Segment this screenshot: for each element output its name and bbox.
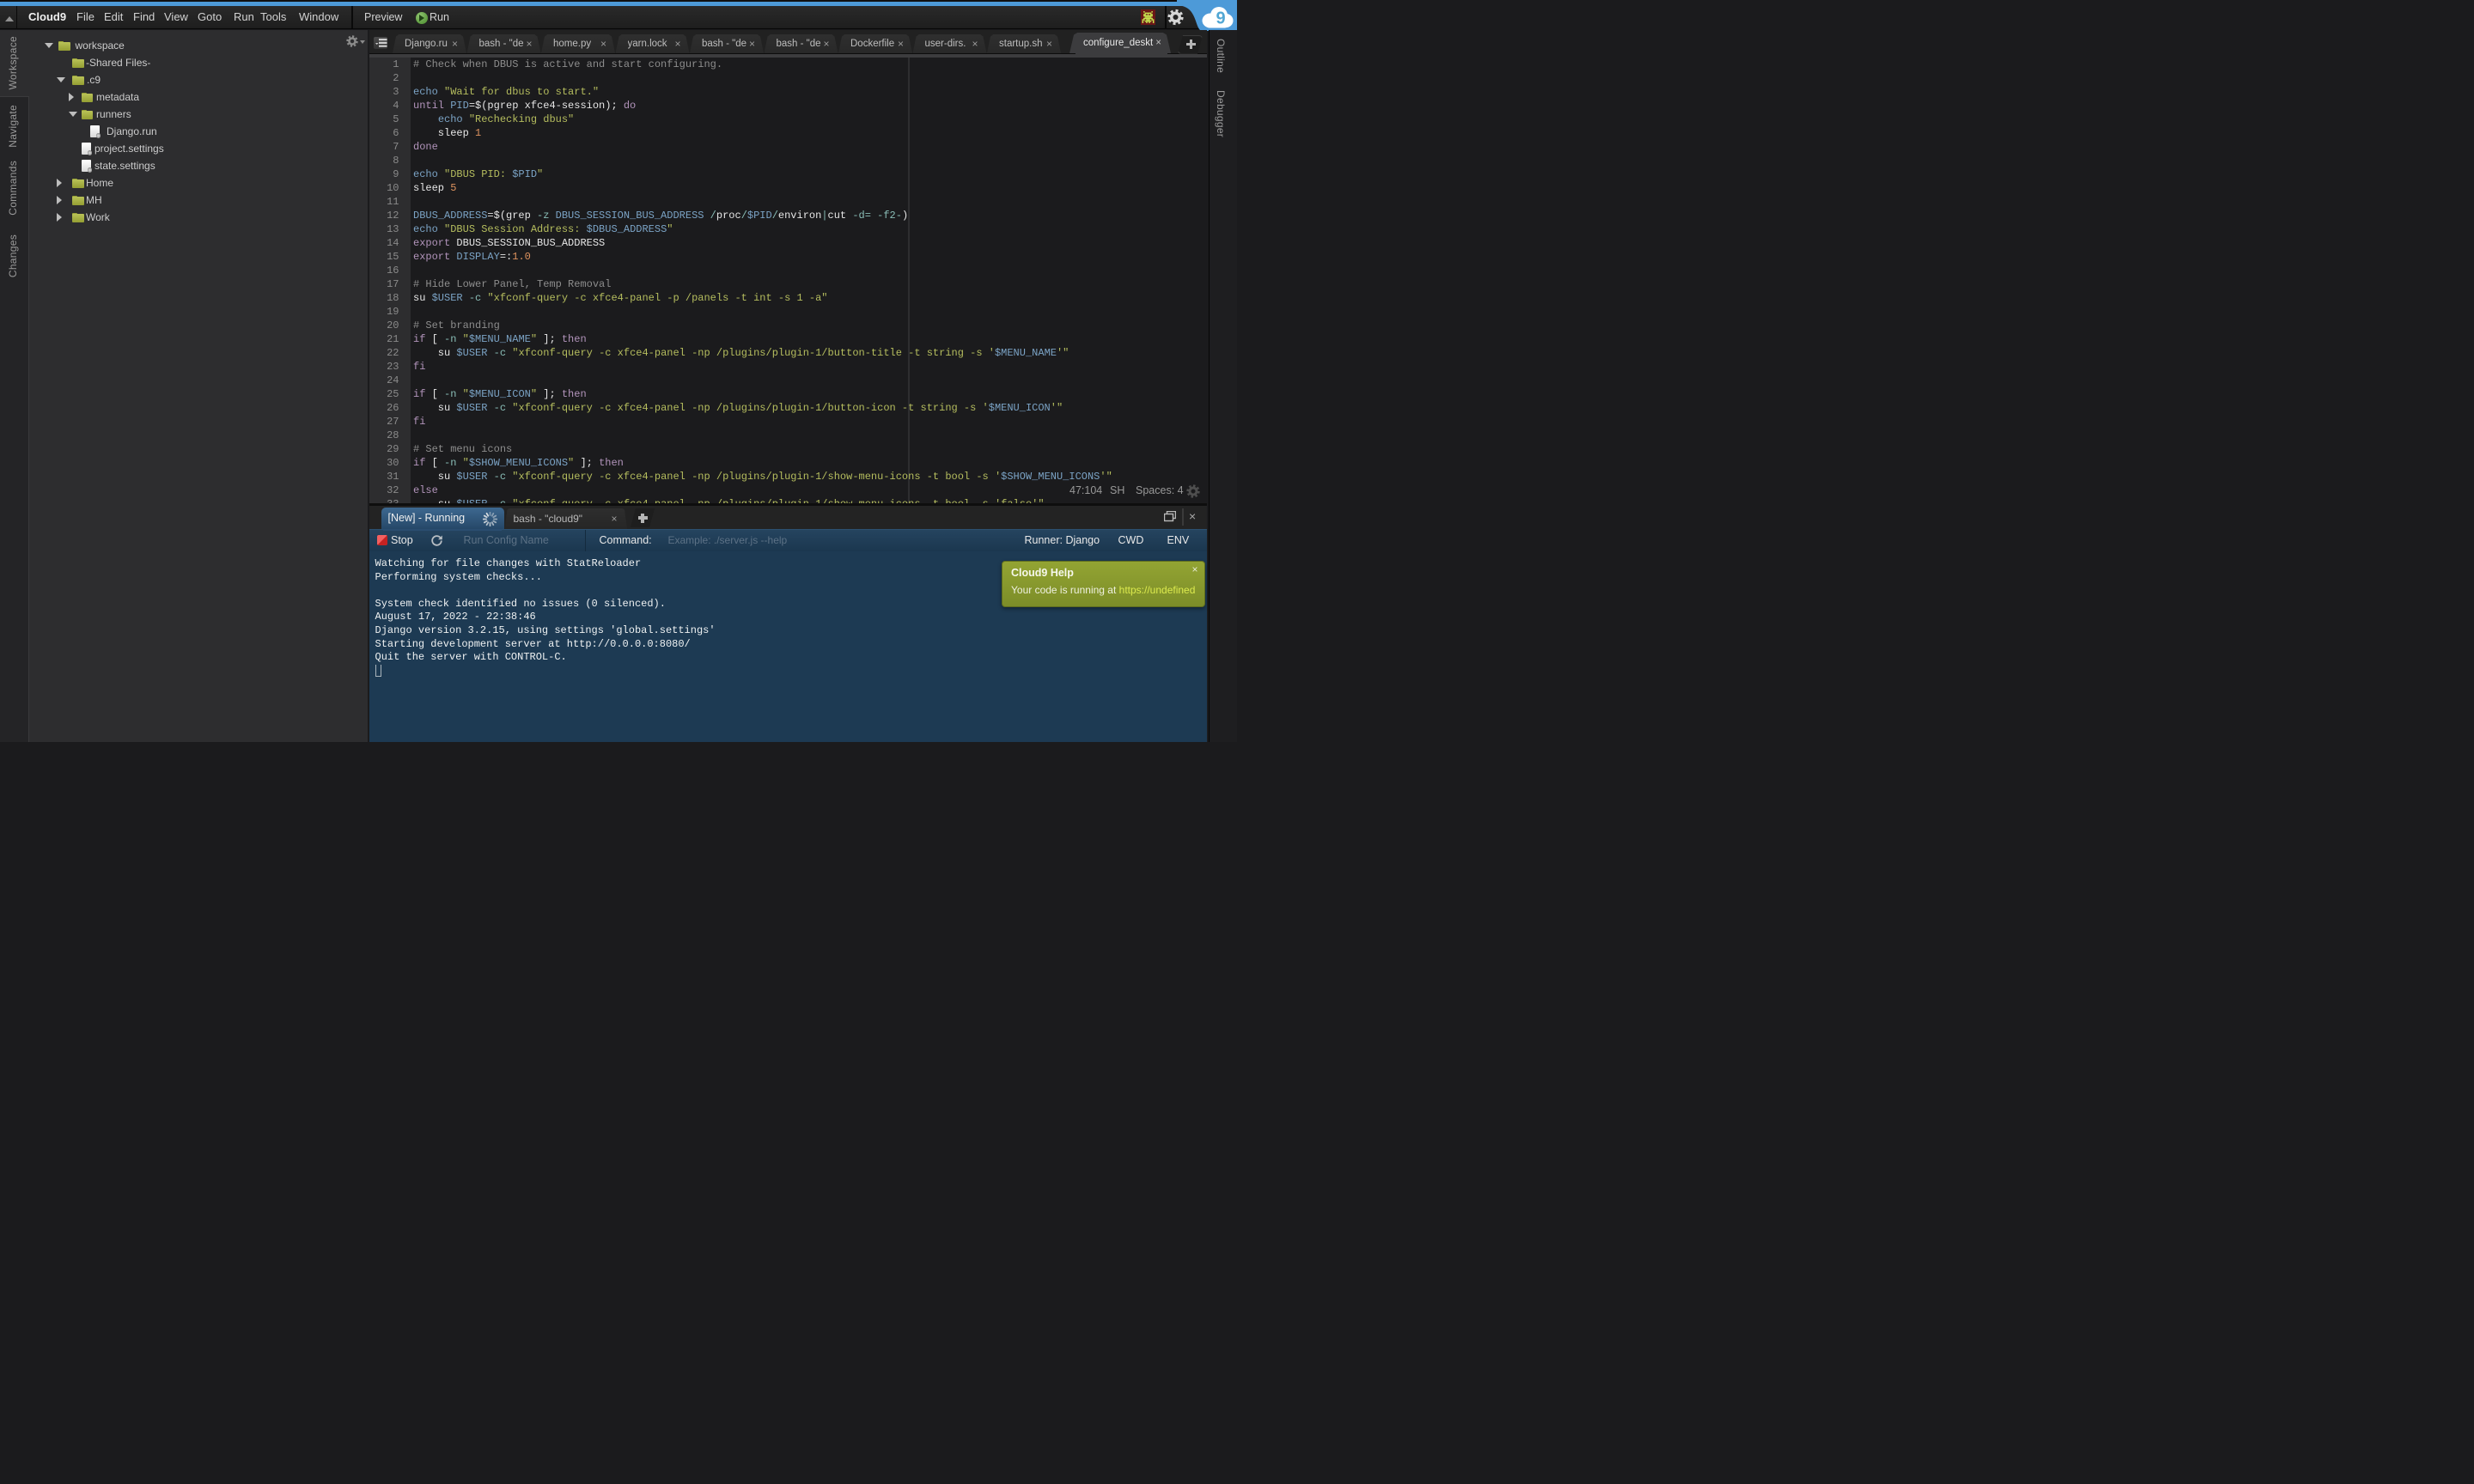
svg-text:9: 9 xyxy=(1216,9,1225,28)
